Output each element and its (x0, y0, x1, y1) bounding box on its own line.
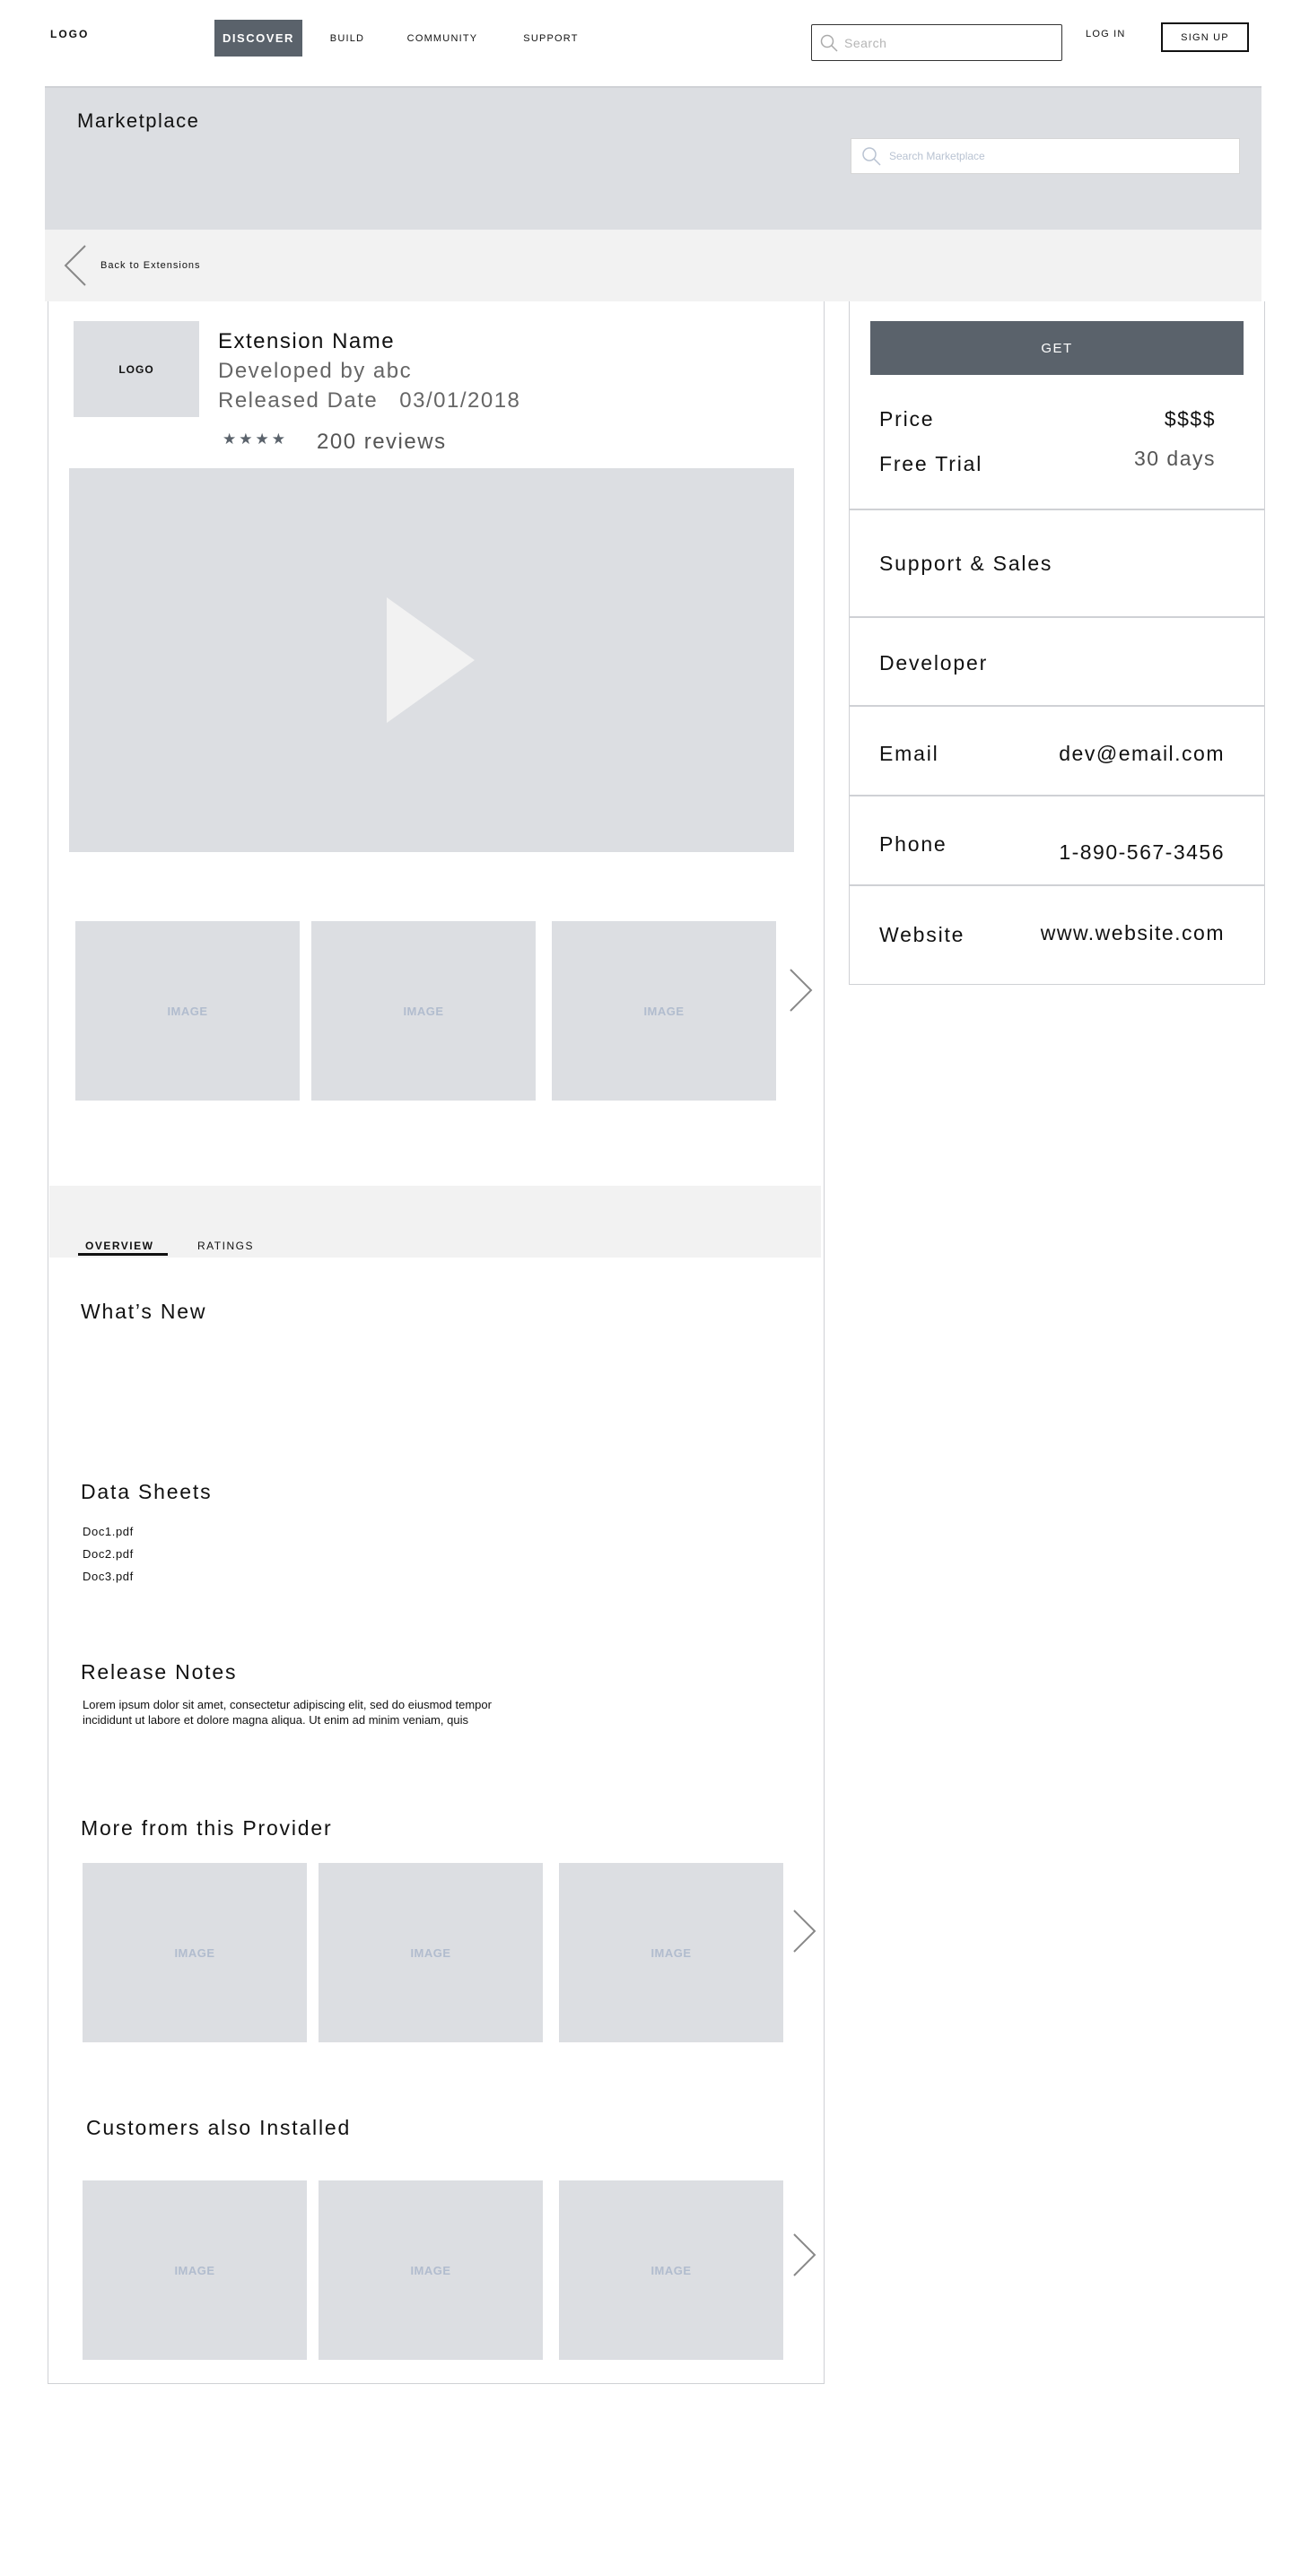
tab-ratings[interactable]: RATINGS (197, 1240, 254, 1252)
chevron-left-icon (64, 245, 86, 286)
tabs-bar (49, 1186, 821, 1258)
get-button[interactable]: GET (870, 321, 1244, 375)
doc-link[interactable]: Doc3.pdf (83, 1570, 134, 1583)
reviews-count[interactable]: 200 reviews (317, 430, 447, 455)
release-notes-text: Lorem ipsum dolor sit amet, consectetur … (83, 1697, 549, 1727)
login-link[interactable]: LOG IN (1086, 29, 1126, 39)
back-label: Back to Extensions (100, 260, 201, 271)
nav-discover[interactable]: DISCOVER (214, 20, 302, 57)
extension-logo: LOGO (74, 321, 199, 417)
site-logo[interactable]: LOGO (50, 28, 89, 40)
provider-extension-image[interactable]: IMAGE (319, 1863, 543, 2042)
doc-link[interactable]: Doc1.pdf (83, 1525, 134, 1538)
release-notes-heading: Release Notes (81, 1660, 238, 1684)
also-installed-next-chevron-icon[interactable] (791, 2232, 818, 2278)
tab-overview[interactable]: OVERVIEW (85, 1240, 153, 1252)
search-icon (862, 147, 881, 166)
gallery-image[interactable]: IMAGE (75, 921, 300, 1101)
more-from-provider-heading: More from this Provider (81, 1816, 333, 1840)
phone-value[interactable]: 1-890-567-3456 (987, 840, 1225, 865)
extension-name: Extension Name (218, 329, 396, 353)
marketplace-search-box[interactable] (851, 138, 1240, 174)
gallery-image[interactable]: IMAGE (552, 921, 776, 1101)
divider (850, 705, 1264, 707)
search-icon (820, 34, 838, 52)
divider (850, 795, 1264, 796)
customers-also-installed-heading: Customers also Installed (86, 2116, 352, 2139)
website-value[interactable]: www.website.com (987, 921, 1225, 945)
provider-extension-image[interactable]: IMAGE (83, 1863, 307, 2042)
website-label: Website (879, 923, 965, 946)
provider-extension-image[interactable]: IMAGE (559, 1863, 783, 2042)
released-label: Released Date (218, 388, 379, 413)
doc-link[interactable]: Doc2.pdf (83, 1547, 134, 1561)
also-installed-image[interactable]: IMAGE (319, 2180, 543, 2360)
release-notes-line: Lorem ipsum dolor sit amet, consectetur … (83, 1698, 492, 1711)
phone-label: Phone (879, 832, 947, 856)
rating-stars: ★★★★ (223, 431, 288, 448)
also-installed-image[interactable]: IMAGE (559, 2180, 783, 2360)
nav-community[interactable]: COMMUNITY (402, 20, 483, 57)
page-title: Marketplace (77, 109, 200, 132)
top-search-box[interactable] (811, 24, 1062, 61)
developer-label: Developer (879, 651, 989, 674)
active-tab-indicator (78, 1253, 168, 1256)
data-sheets-heading: Data Sheets (81, 1480, 213, 1503)
divider (850, 616, 1264, 618)
price-label: Price (879, 407, 935, 431)
free-trial-value: 30 days (1133, 447, 1216, 470)
email-value[interactable]: dev@email.com (987, 742, 1225, 766)
release-notes-line: incididunt ut labore et dolore magna ali… (83, 1713, 468, 1727)
released-date: 03/01/2018 (399, 388, 521, 413)
whats-new-heading: What’s New (81, 1300, 207, 1323)
support-sales-heading: Support & Sales (879, 552, 1053, 575)
price-value: $$$$ (1164, 407, 1216, 431)
extension-release-info: Released Date 03/01/2018 (218, 388, 520, 413)
free-trial-label: Free Trial (879, 452, 983, 475)
top-search-input[interactable] (844, 35, 1042, 50)
also-installed-image[interactable]: IMAGE (83, 2180, 307, 2360)
divider (850, 509, 1264, 510)
signup-button[interactable]: SIGN UP (1161, 22, 1249, 52)
gallery-image[interactable]: IMAGE (311, 921, 536, 1101)
play-icon[interactable] (387, 597, 476, 723)
divider (850, 884, 1264, 886)
gallery-next-chevron-icon[interactable] (788, 967, 815, 1014)
extension-developer: Developed by abc (218, 359, 413, 383)
sidebar-card (849, 301, 1265, 985)
video-player[interactable] (69, 468, 794, 852)
nav-support[interactable]: SUPPORT (519, 20, 583, 57)
email-label: Email (879, 742, 939, 765)
provider-next-chevron-icon[interactable] (791, 1908, 818, 1954)
nav-build[interactable]: BUILD (325, 20, 370, 57)
back-bar (45, 230, 1261, 301)
back-to-extensions-link[interactable]: Back to Extensions (63, 243, 201, 288)
marketplace-search-input[interactable] (889, 150, 1230, 162)
